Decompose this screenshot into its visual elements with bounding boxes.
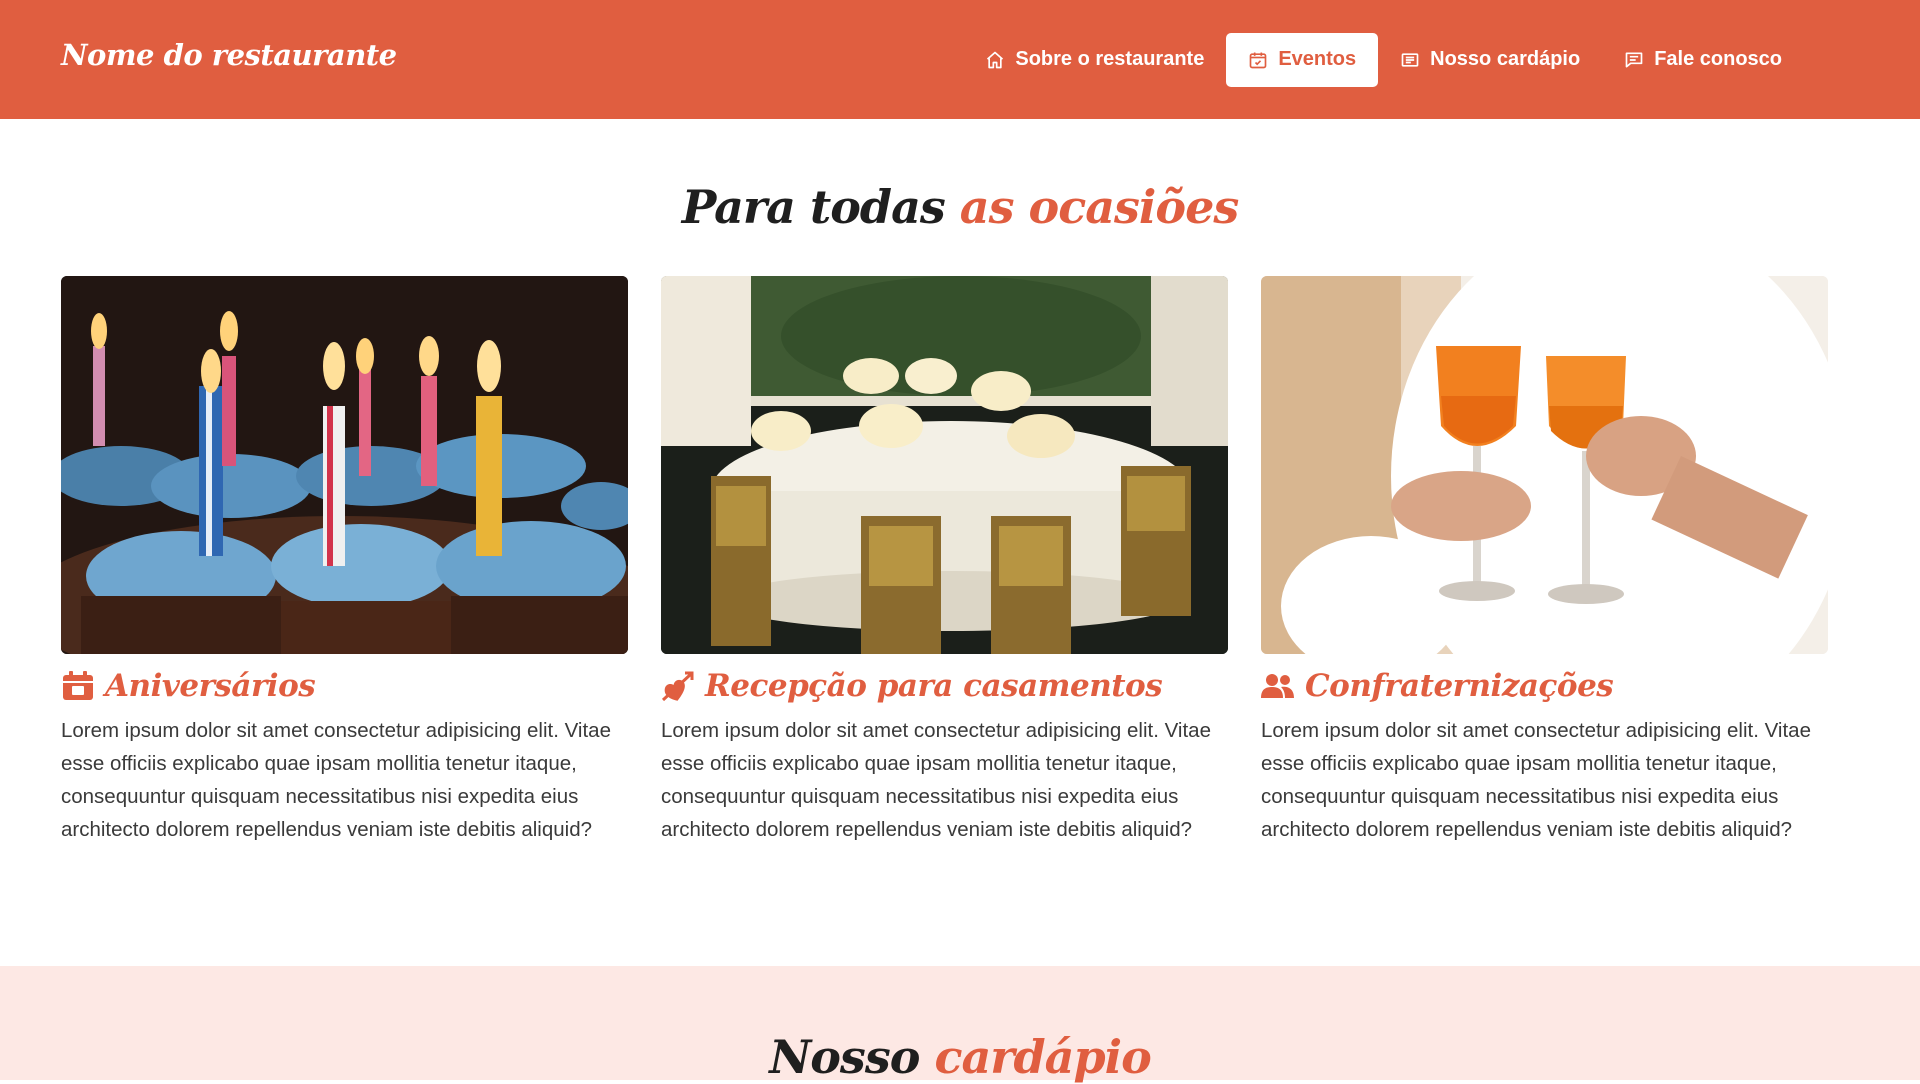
calendar-icon [61, 670, 95, 702]
event-card-title: Aniversários [61, 668, 628, 704]
card-description: Lorem ipsum dolor sit amet consectetur a… [61, 719, 611, 841]
title-part-1: Nosso [769, 1030, 920, 1084]
birthday-cupcakes-image [61, 276, 628, 654]
users-icon [1261, 670, 1295, 702]
card-description: Lorem ipsum dolor sit amet consectetur a… [661, 719, 1211, 841]
event-card-title: Confraternizações [1261, 668, 1828, 704]
nav-item-contato[interactable]: Fale conosco [1602, 33, 1804, 87]
nav-label: Eventos [1278, 48, 1357, 70]
home-icon [985, 50, 1005, 70]
event-card-confraternizacoes: Confraternizações Lorem ipsum dolor sit … [1261, 276, 1828, 846]
event-card-title: Recepção para casamentos [661, 668, 1228, 704]
menu-section-title: Nosso cardápio [0, 1030, 1920, 1084]
site-header: Nome do restaurante Sobre o restaurante … [0, 0, 1920, 119]
nav-item-sobre[interactable]: Sobre o restaurante [963, 33, 1226, 87]
toast-glasses-image [1261, 276, 1828, 654]
nav-item-eventos[interactable]: Eventos [1226, 32, 1379, 87]
title-part-1: Para todas [681, 180, 946, 234]
heart-arrow-icon [661, 670, 695, 702]
wedding-table-image [661, 276, 1228, 654]
main-nav: Sobre o restaurante Eventos Nosso cardáp… [963, 0, 1920, 119]
event-card-aniversarios: Aniversários Lorem ipsum dolor sit amet … [61, 276, 628, 846]
events-section-title: Para todas as ocasiões [0, 180, 1920, 234]
chat-icon [1624, 50, 1644, 70]
title-part-2: as ocasiões [959, 180, 1239, 234]
brand-logo[interactable]: Nome do restaurante [61, 38, 397, 72]
nav-label: Sobre o restaurante [1015, 48, 1205, 70]
title-part-2: cardápio [934, 1030, 1151, 1084]
card-title-text: Confraternizações [1305, 668, 1614, 704]
calendar-check-icon [1248, 50, 1268, 70]
card-description: Lorem ipsum dolor sit amet consectetur a… [1261, 719, 1811, 841]
menu-section: Nosso cardápio [0, 966, 1920, 1084]
card-title-text: Recepção para casamentos [705, 668, 1163, 704]
nav-label: Nosso cardápio [1430, 48, 1581, 70]
event-card-casamentos: Recepção para casamentos Lorem ipsum dol… [661, 276, 1228, 846]
card-title-text: Aniversários [105, 668, 316, 704]
menu-list-icon [1400, 50, 1420, 70]
event-cards: Aniversários Lorem ipsum dolor sit amet … [61, 276, 1829, 846]
nav-label: Fale conosco [1654, 48, 1782, 70]
nav-item-cardapio[interactable]: Nosso cardápio [1378, 33, 1602, 87]
